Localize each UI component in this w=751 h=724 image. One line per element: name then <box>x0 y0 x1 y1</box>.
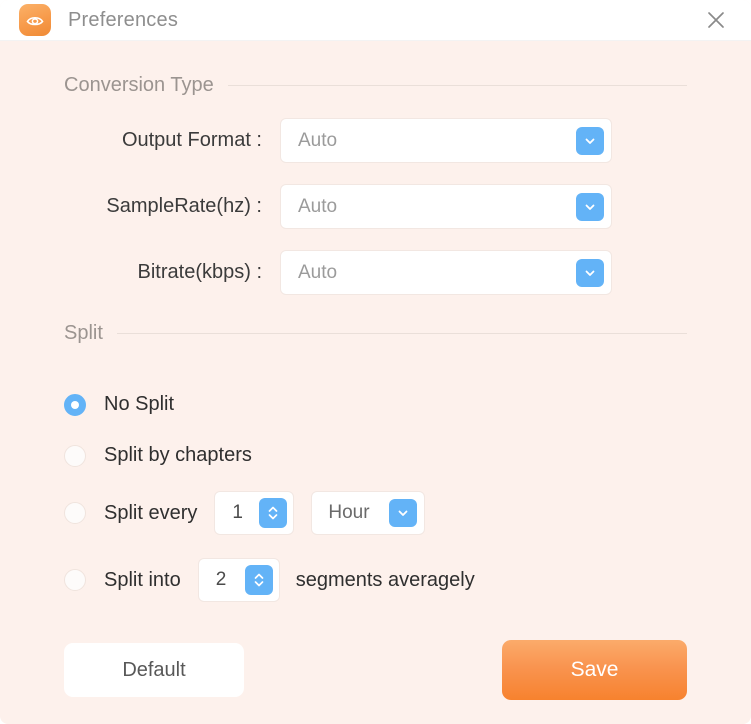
radio-label-split-by-chapters: Split by chapters <box>104 444 252 466</box>
radio-option-split-by-chapters[interactable]: Split by chapters <box>64 444 687 467</box>
radio-button-split-into[interactable] <box>64 569 86 591</box>
radio-button-split-by-chapters[interactable] <box>64 444 86 467</box>
default-button[interactable]: Default <box>64 643 244 697</box>
updown-chevrons-icon[interactable] <box>259 498 288 528</box>
eye-icon <box>19 4 51 36</box>
section-divider <box>227 85 687 86</box>
split-every-amount-value: 1 <box>232 502 243 523</box>
section-title: Split <box>64 322 103 344</box>
output-format-value: Auto <box>298 129 338 151</box>
bitrate-select[interactable]: Auto <box>280 250 612 295</box>
split-into-amount-value: 2 <box>215 569 227 590</box>
samplerate-label: SampleRate(hz) : <box>106 195 262 217</box>
save-button[interactable]: Save <box>502 640 687 700</box>
radio-button-split-every[interactable] <box>64 502 86 524</box>
split-every-amount-stepper[interactable]: 1 <box>214 491 295 535</box>
chevron-down-icon[interactable] <box>576 258 604 287</box>
section-divider <box>116 333 687 334</box>
output-format-select[interactable]: Auto <box>280 118 612 163</box>
radio-option-no-split[interactable]: No Split <box>64 393 687 416</box>
title-bar: Preferences <box>0 0 751 40</box>
radio-option-split-every[interactable]: Split every 1 Hour <box>64 491 687 535</box>
bitrate-value: Auto <box>298 261 338 283</box>
samplerate-row: SampleRate(hz) : Auto <box>64 184 687 229</box>
close-icon[interactable] <box>699 3 733 37</box>
chevron-down-icon[interactable] <box>576 126 604 155</box>
dialog-footer: Default Save <box>64 640 687 700</box>
split-into-amount-stepper[interactable]: 2 <box>197 558 280 602</box>
output-format-row: Output Format : Auto <box>64 118 687 163</box>
split-section-header: Split <box>64 295 687 345</box>
split-every-unit-select[interactable]: Hour <box>311 491 426 535</box>
chevron-down-icon[interactable] <box>576 192 604 221</box>
split-into-suffix-label: segments averagely <box>295 568 475 591</box>
split-every-unit-value: Hour <box>328 502 370 523</box>
radio-button-no-split[interactable] <box>64 393 86 416</box>
radio-label-split-every: Split every <box>104 501 198 524</box>
bitrate-row: Bitrate(kbps) : Auto <box>64 250 687 295</box>
output-format-label: Output Format : <box>121 129 262 151</box>
conversion-type-section-header: Conversion Type <box>64 41 687 97</box>
samplerate-select[interactable]: Auto <box>280 184 612 229</box>
radio-option-split-into[interactable]: Split into 2 segments averagely <box>64 558 687 602</box>
radio-label-split-into: Split into <box>104 568 181 591</box>
dialog-body: Conversion Type Output Format : Auto Sam… <box>0 41 751 724</box>
preferences-dialog: Preferences Conversion Type Output Forma… <box>0 0 751 724</box>
updown-chevrons-icon[interactable] <box>244 565 273 595</box>
window-title: Preferences <box>68 8 179 31</box>
bitrate-label: Bitrate(kbps) : <box>137 261 262 283</box>
samplerate-value: Auto <box>298 195 338 217</box>
section-title: Conversion Type <box>64 74 214 96</box>
radio-label-no-split: No Split <box>104 393 175 415</box>
chevron-down-icon[interactable] <box>389 499 418 527</box>
